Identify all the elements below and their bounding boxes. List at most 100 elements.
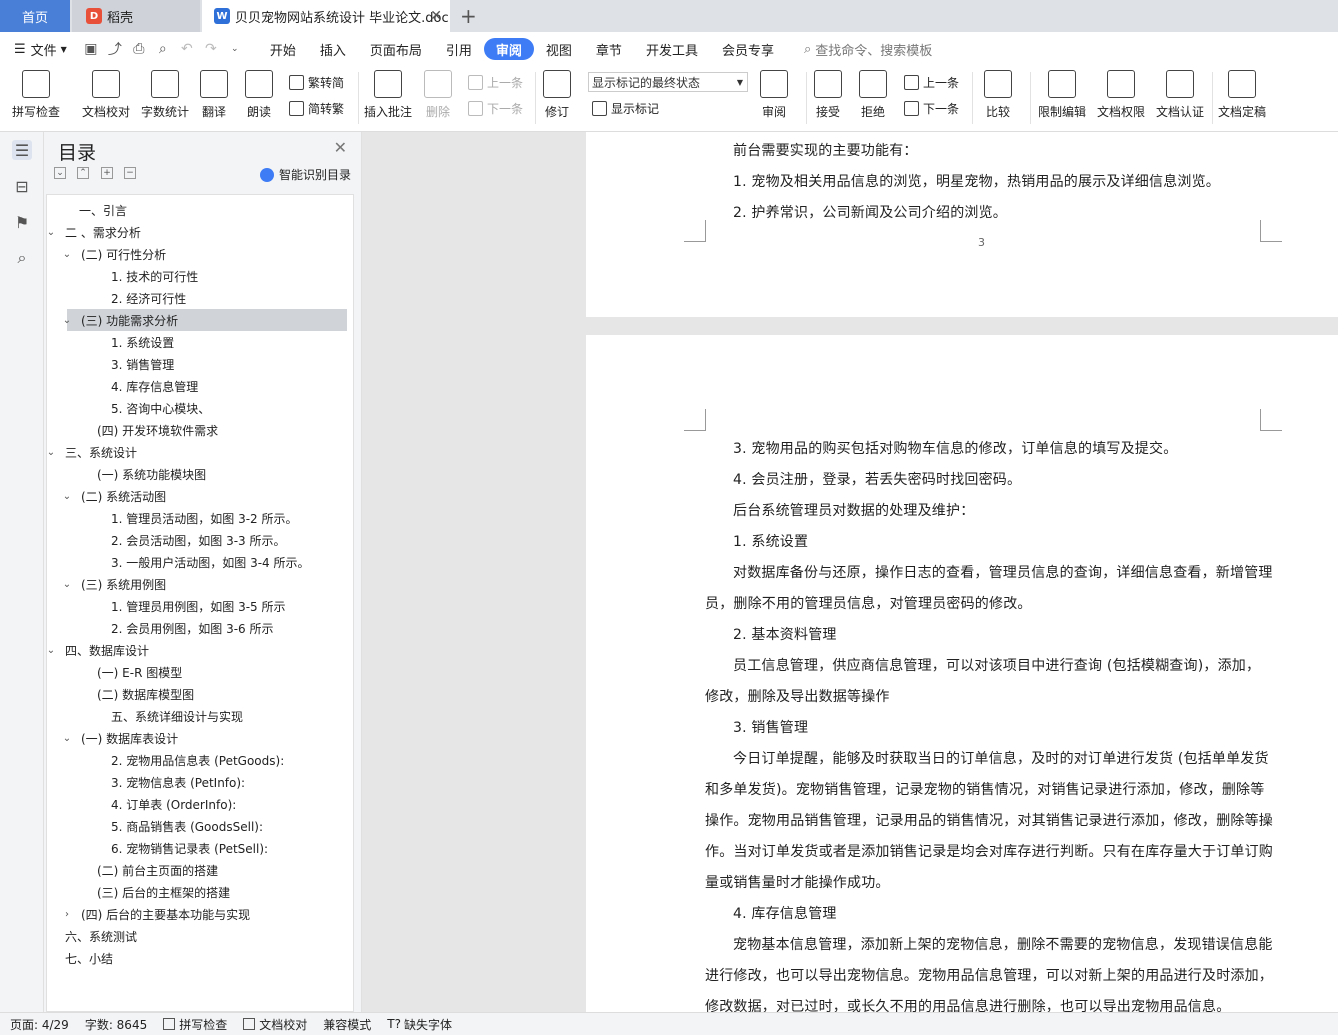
smart-toc-button[interactable]: 智能识别目录 <box>259 166 351 183</box>
toc-item[interactable]: 3. 宠物信息表 (PetInfo): <box>47 771 347 793</box>
chapter-nav-icon[interactable]: ⊟ <box>12 176 32 196</box>
new-tab-plus-icon[interactable]: + <box>460 4 477 28</box>
toc-item[interactable]: ⌄ (一) 数据库表设计 <box>47 727 347 749</box>
prev-comment-button[interactable]: 上一条 <box>468 74 523 91</box>
spell-check-button[interactable]: 拼写检查 <box>12 70 60 120</box>
toc-item[interactable]: 1. 管理员用例图，如图 3-5 所示 <box>47 595 347 617</box>
toc-item[interactable]: (二) 前台主页面的搭建 <box>47 859 347 881</box>
chevron-down-icon[interactable]: ⌄ <box>43 447 59 458</box>
toc-item[interactable]: 六、系统测试 <box>47 925 347 947</box>
word-count-button[interactable]: 字数统计 <box>141 70 189 120</box>
redo-icon[interactable]: ↷ <box>202 40 220 58</box>
toc-item[interactable]: 6. 宠物销售记录表 (PetSell): <box>47 837 347 859</box>
chevron-down-icon[interactable]: ⌄ <box>59 579 75 590</box>
toc-item[interactable]: 2. 宠物用品信息表 (PetGoods): <box>47 749 347 771</box>
simp-to-trad-button[interactable]: 简转繁 <box>289 100 344 117</box>
word-count[interactable]: 字数: 8645 <box>85 1016 147 1033</box>
menu-review[interactable]: 审阅 <box>483 38 534 60</box>
chevron-down-icon[interactable]: ⌄ <box>59 491 75 502</box>
chevron-down-icon[interactable]: ⌄ <box>43 227 59 238</box>
missing-font[interactable]: T? 缺失字体 <box>387 1016 452 1033</box>
menu-insert[interactable]: 插入 <box>308 38 358 60</box>
chevron-down-icon[interactable]: ⌄ <box>59 733 75 744</box>
toc-item[interactable]: ⌄ 四、数据库设计 <box>47 639 347 661</box>
doc-certify-button[interactable]: 文档认证 <box>1156 70 1204 120</box>
next-comment-button[interactable]: 下一条 <box>468 100 523 117</box>
accept-button[interactable]: 接受 <box>814 70 842 120</box>
read-aloud-button[interactable]: 朗读 <box>245 70 273 120</box>
chevron-down-icon[interactable]: ⌄ <box>59 315 75 326</box>
menu-page-layout[interactable]: 页面布局 <box>358 38 434 60</box>
undo-icon[interactable]: ↶ <box>178 40 196 58</box>
close-icon[interactable]: ✕ <box>430 8 442 24</box>
translate-button[interactable]: 翻译 <box>200 70 228 120</box>
toc-item[interactable]: › (四) 后台的主要基本功能与实现 <box>47 903 347 925</box>
print-icon[interactable]: ⎙ <box>130 40 148 58</box>
toc-item[interactable]: 1. 技术的可行性 <box>47 265 347 287</box>
toc-panel-icon[interactable]: ☰ <box>12 140 32 160</box>
toc-item[interactable]: (一) 系统功能模块图 <box>47 463 347 485</box>
toc-item[interactable]: 5. 商品销售表 (GoodsSell): <box>47 815 347 837</box>
tab-document[interactable]: W 贝贝宠物网站系统设计 毕业论文.doc ✕ <box>202 0 450 32</box>
review-pane-button[interactable]: 审阅 <box>760 70 788 120</box>
toc-item[interactable]: 五、系统详细设计与实现 <box>47 705 347 727</box>
chevron-down-icon[interactable]: ⌄ <box>43 645 59 656</box>
delete-comment-button[interactable]: 删除 <box>424 70 452 120</box>
next-change-button[interactable]: 下一条 <box>904 100 959 117</box>
prev-change-button[interactable]: 上一条 <box>904 74 959 91</box>
toc-item[interactable]: ⌄ (三) 系统用例图 <box>47 573 347 595</box>
status-spell-check[interactable]: 拼写检查 <box>163 1016 227 1033</box>
toc-item[interactable]: 3. 一般用户活动图，如图 3-4 所示。 <box>47 551 347 573</box>
toc-item[interactable]: 1. 系统设置 <box>47 331 347 353</box>
toc-item[interactable]: ⌄ (二) 系统活动图 <box>47 485 347 507</box>
menu-chapter[interactable]: 章节 <box>584 38 634 60</box>
menu-view[interactable]: 视图 <box>534 38 584 60</box>
menu-start[interactable]: 开始 <box>258 38 308 60</box>
toc-item[interactable]: 4. 库存信息管理 <box>47 375 347 397</box>
compare-button[interactable]: 比较 <box>984 70 1012 120</box>
restrict-editing-button[interactable]: 限制编辑 <box>1038 70 1086 120</box>
toc-item[interactable]: 1. 管理员活动图，如图 3-2 所示。 <box>47 507 347 529</box>
chevron-right-icon[interactable]: › <box>59 909 75 920</box>
toc-item[interactable]: 2. 经济可行性 <box>47 287 347 309</box>
toc-item[interactable]: 2. 会员用例图，如图 3-6 所示 <box>47 617 347 639</box>
status-doc-proof[interactable]: 文档校对 <box>243 1016 307 1033</box>
toc-item[interactable]: ⌄ (三) 功能需求分析 <box>63 309 347 331</box>
trad-to-simp-button[interactable]: 繁转简 <box>289 74 344 91</box>
quick-access-dropdown-icon[interactable]: ⌄ <box>226 40 244 58</box>
collapse-all-icon[interactable]: ⌄ <box>54 167 66 179</box>
toc-item[interactable]: (三) 后台的主框架的搭建 <box>47 881 347 903</box>
output-icon[interactable]: ⤴ <box>106 40 124 58</box>
toc-item[interactable]: 2. 会员活动图，如图 3-3 所示。 <box>47 529 347 551</box>
toc-item[interactable]: 3. 销售管理 <box>47 353 347 375</box>
toc-item[interactable]: (二) 数据库模型图 <box>47 683 347 705</box>
remove-heading-icon[interactable]: − <box>124 167 136 179</box>
show-markup-button[interactable]: 显示标记 <box>592 100 659 117</box>
page-count[interactable]: 页面: 4/29 <box>10 1016 69 1033</box>
toc-item[interactable]: 一、引言 <box>47 199 347 221</box>
toc-item[interactable]: (四) 开发环境软件需求 <box>47 419 347 441</box>
toc-item[interactable]: ⌄ (二) 可行性分析 <box>47 243 347 265</box>
toc-item[interactable]: 5. 咨询中心模块、 <box>47 397 347 419</box>
menu-developer[interactable]: 开发工具 <box>634 38 710 60</box>
doc-finalize-button[interactable]: 文档定稿 <box>1218 70 1266 120</box>
expand-up-icon[interactable]: ⌃ <box>77 167 89 179</box>
menu-member[interactable]: 会员专享 <box>710 38 786 60</box>
toc-item[interactable]: ⌄ 二 、需求分析 <box>47 221 347 243</box>
search-icon[interactable]: ⌕ <box>12 248 32 268</box>
tab-daoke[interactable]: D 稻壳 <box>72 0 200 32</box>
toc-item[interactable]: 七、小结 <box>47 947 347 969</box>
doc-permission-button[interactable]: 文档权限 <box>1097 70 1145 120</box>
add-heading-icon[interactable]: + <box>101 167 113 179</box>
doc-proof-button[interactable]: 文档校对 <box>82 70 130 120</box>
markup-state-select[interactable]: 显示标记的最终状态 ▼ <box>588 72 748 92</box>
reject-button[interactable]: 拒绝 <box>859 70 887 120</box>
toc-item[interactable]: (一) E-R 图模型 <box>47 661 347 683</box>
command-search[interactable]: ⌕ 查找命令、搜索模板 <box>804 40 932 59</box>
chevron-down-icon[interactable]: ⌄ <box>59 249 75 260</box>
insert-comment-button[interactable]: 插入批注 <box>364 70 412 120</box>
print-preview-icon[interactable]: ⌕ <box>154 40 172 58</box>
bookmark-icon[interactable]: ⚑ <box>12 212 32 232</box>
toc-item[interactable]: 4. 订单表 (OrderInfo): <box>47 793 347 815</box>
menu-references[interactable]: 引用 <box>434 38 484 60</box>
